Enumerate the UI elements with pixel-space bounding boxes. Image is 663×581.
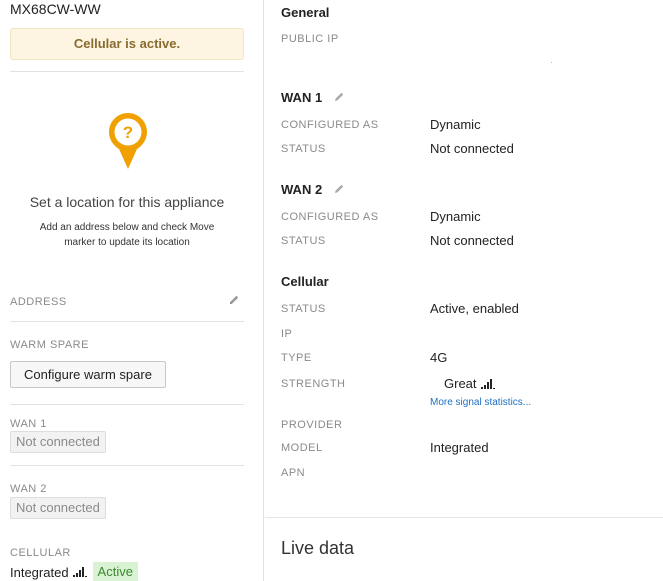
appliance-sidebar: MX68CW-WW Cellular is active. ? Set a lo…: [0, 0, 264, 581]
wan1-status-badge: Not connected: [10, 431, 106, 453]
device-name: MX68CW-WW: [10, 1, 101, 17]
signal-strength-icon: [480, 378, 495, 389]
cellular-strength: Great: [444, 376, 501, 391]
cellular-section-title: Cellular: [281, 274, 329, 289]
wan2-status-value: Not connected: [430, 233, 514, 248]
cellular-type-label: TYPE: [281, 352, 312, 364]
wan2-configured-as-value: Dynamic: [430, 209, 481, 224]
divider: [10, 465, 244, 466]
configure-warm-spare-button[interactable]: Configure warm spare: [10, 361, 166, 388]
cellular-ip-label: IP: [281, 328, 293, 340]
wan2-label: WAN 2: [10, 483, 47, 495]
public-ip-label: PUBLIC IP: [281, 33, 339, 45]
wan1-section-title: WAN 1: [281, 90, 323, 105]
divider: [10, 321, 244, 322]
location-subtitle: Add an address below and check Move mark…: [27, 220, 227, 250]
wan2-status-badge: Not connected: [10, 497, 106, 519]
more-signal-statistics-link[interactable]: More signal statistics...: [430, 397, 531, 408]
wan1-configured-as-value: Dynamic: [430, 117, 481, 132]
divider: [265, 517, 663, 518]
cellular-type-value: 4G: [430, 350, 448, 365]
cellular-model: Integrated: [10, 564, 69, 580]
cellular-summary: Integrated Active: [10, 562, 138, 581]
wan1-configured-as-label: CONFIGURED AS: [281, 119, 379, 131]
cellular-apn-label: APN: [281, 467, 306, 479]
warm-spare-label: WARM SPARE: [10, 339, 89, 351]
cellular-active-badge: Active: [92, 562, 138, 581]
cellular-model-label: MODEL: [281, 442, 323, 454]
divider: [10, 404, 244, 405]
edit-wan1-pencil-icon[interactable]: [333, 91, 345, 103]
edit-wan2-pencil-icon[interactable]: [333, 183, 345, 195]
wan2-configured-as-label: CONFIGURED AS: [281, 211, 379, 223]
location-title: Set a location for this appliance: [29, 194, 225, 210]
appliance-details: General PUBLIC IP WAN 1 CONFIGURED AS Dy…: [265, 0, 663, 581]
wan1-status-label: STATUS: [281, 143, 326, 155]
wan2-section-title: WAN 2: [281, 182, 323, 197]
cellular-status-label: STATUS: [281, 303, 326, 315]
signal-strength-icon: [72, 567, 87, 577]
wan2-status-label: STATUS: [281, 235, 326, 247]
cellular-strength-label: STRENGTH: [281, 378, 346, 390]
address-label: ADDRESS: [10, 296, 67, 308]
cellular-label: CELLULAR: [10, 547, 71, 559]
wan1-label: WAN 1: [10, 418, 47, 430]
speck: [551, 62, 552, 63]
wan1-status-value: Not connected: [430, 141, 514, 156]
svg-text:?: ?: [123, 123, 133, 142]
cellular-strength-value: Great: [444, 376, 477, 391]
location-subtitle-line2: marker to update its location: [64, 237, 190, 248]
location-pin-question-icon: ?: [109, 113, 147, 169]
edit-address-pencil-icon[interactable]: [228, 294, 240, 306]
divider: [10, 71, 244, 72]
cellular-active-banner: Cellular is active.: [10, 28, 244, 60]
location-subtitle-line1: Add an address below and check Move: [39, 222, 215, 233]
cellular-model-value: Integrated: [430, 440, 489, 455]
live-data-title: Live data: [281, 538, 355, 558]
cellular-provider-label: PROVIDER: [281, 419, 343, 431]
general-section-title: General: [281, 5, 330, 20]
cellular-status-value: Active, enabled: [430, 301, 519, 316]
